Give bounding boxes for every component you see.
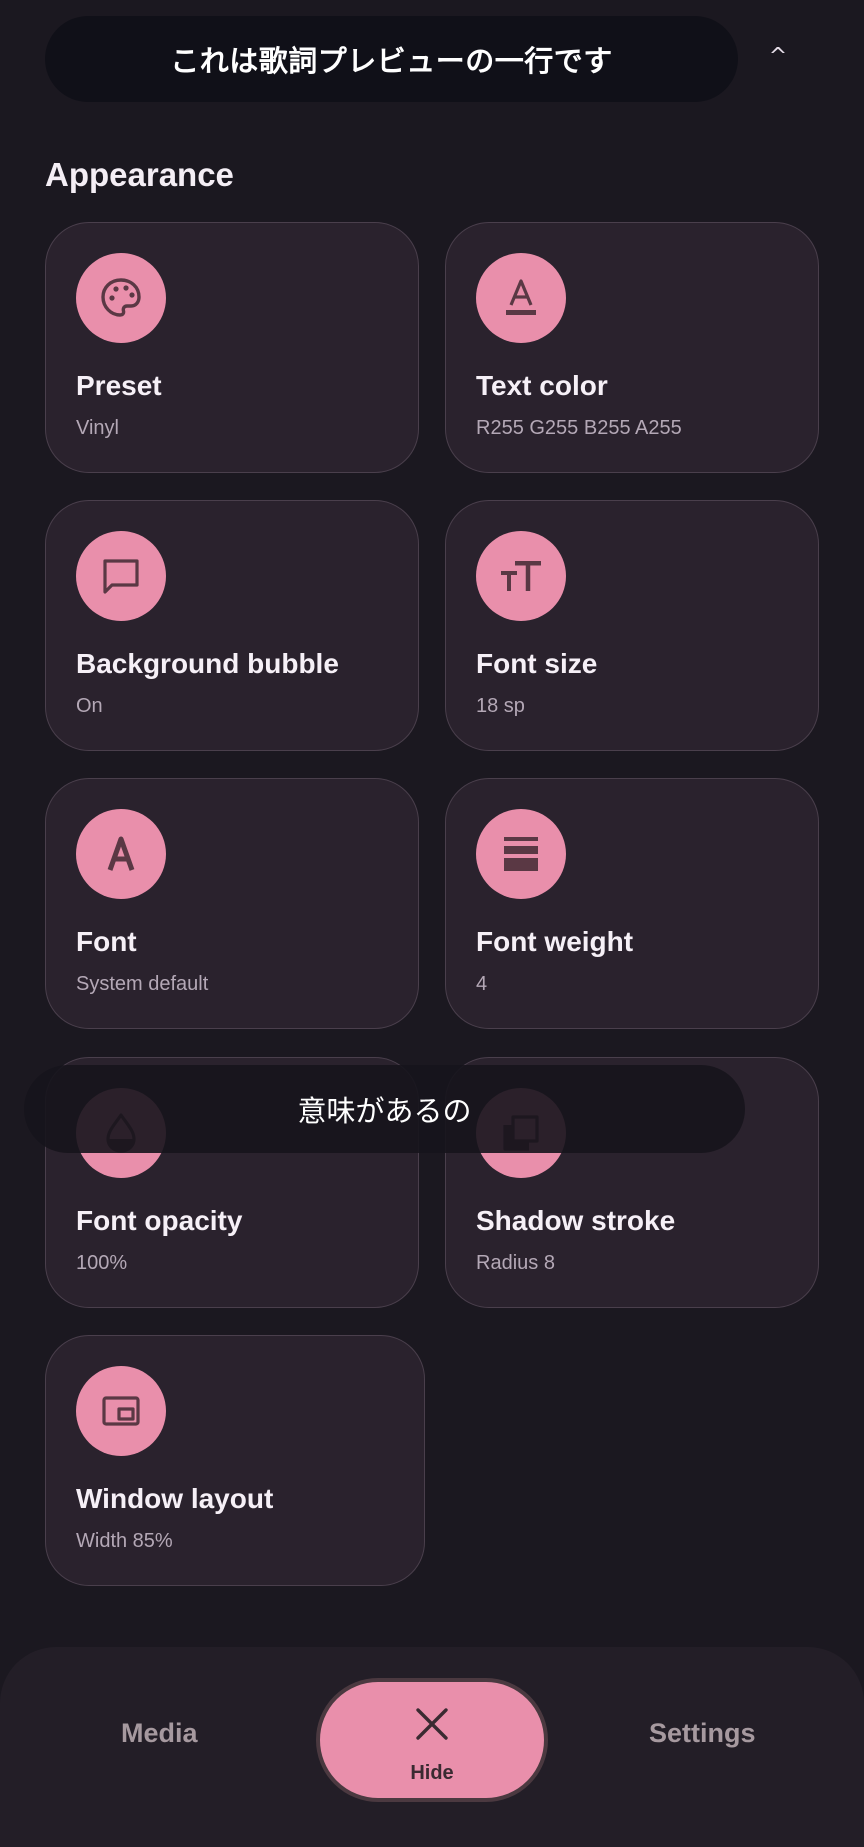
card-title: Font size: [476, 648, 598, 679]
palette-icon: [76, 253, 166, 343]
lyric-preview-bar: これは歌詞プレビューの一行です: [45, 16, 738, 102]
close-icon: [416, 1708, 448, 1740]
lyric-toast: 意味があるの: [24, 1065, 745, 1153]
card-background-bubble[interactable]: Background bubble On: [45, 500, 419, 751]
lyric-preview-text: これは歌詞プレビューの一行です: [170, 44, 613, 78]
card-value: R255 G255 B255 A255: [476, 417, 682, 439]
text-size-icon: [476, 531, 566, 621]
card-font-size[interactable]: Font size 18 sp: [445, 500, 819, 751]
card-title: Preset: [76, 370, 162, 401]
font-letter-icon: [76, 809, 166, 899]
card-value: Width 85%: [76, 1530, 173, 1552]
card-text-color[interactable]: Text color R255 G255 B255 A255: [445, 222, 819, 473]
speech-bubble-icon: [76, 531, 166, 621]
card-value: Radius 8: [476, 1252, 555, 1274]
hide-button[interactable]: Hide: [316, 1678, 548, 1802]
card-value: Vinyl: [76, 417, 119, 439]
card-value: System default: [76, 973, 209, 995]
nav-settings[interactable]: Settings: [649, 1718, 756, 1749]
card-value: On: [76, 695, 103, 717]
card-title: Font opacity: [76, 1205, 243, 1236]
card-title: Window layout: [76, 1483, 274, 1514]
card-font-weight[interactable]: Font weight 4: [445, 778, 819, 1029]
card-value: 18 sp: [476, 695, 525, 717]
card-title: Text color: [476, 370, 608, 401]
card-value: 100%: [76, 1252, 128, 1274]
nav-media[interactable]: Media: [121, 1718, 198, 1749]
card-title: Font weight: [476, 926, 634, 957]
collapse-button[interactable]: ^: [756, 34, 800, 78]
text-color-icon: [476, 253, 566, 343]
hide-label: Hide: [410, 1762, 454, 1784]
card-value: 4: [476, 973, 488, 995]
picture-in-picture-icon: [76, 1366, 166, 1456]
card-title: Font: [76, 926, 137, 957]
card-window-layout[interactable]: Window layout Width 85%: [45, 1335, 425, 1586]
card-font[interactable]: Font System default: [45, 778, 419, 1029]
card-preset[interactable]: Preset Vinyl: [45, 222, 419, 473]
toast-text: 意味があるの: [297, 1094, 472, 1128]
weight-bars-icon: [476, 809, 566, 899]
section-title: Appearance: [45, 156, 234, 193]
card-title: Shadow stroke: [476, 1205, 676, 1236]
card-title: Background bubble: [76, 648, 339, 679]
